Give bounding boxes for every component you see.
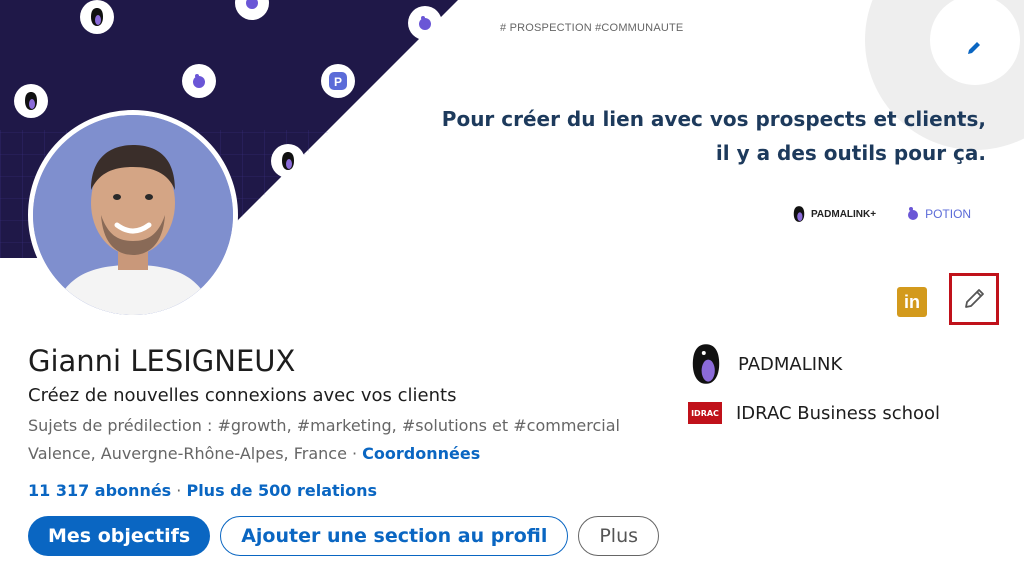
potion-bubble-icon [408,6,442,40]
svg-text:P: P [334,75,342,89]
penguin-logo-icon [692,344,720,384]
org-idrac-label: IDRAC Business school [736,402,941,424]
network-separator: · [171,481,187,500]
banner-tagline: Pour créer du lien avec vos prospects et… [442,102,986,170]
pencil-icon [968,42,980,54]
potion-bubble-icon [182,64,216,98]
brand-potion: POTION [906,207,971,221]
tagline-line-2: il y a des outils pour ça. [715,141,986,165]
penguin-logo-icon [793,206,805,222]
profile-name: Gianni LESIGNEUX [28,344,296,378]
profile-location: Valence, Auvergne-Rhône-Alpes, France · … [28,444,480,463]
brand-padmalink-label: PADMALINK+ [811,208,877,220]
connections-link[interactable]: Plus de 500 relations [186,481,377,500]
linkedin-icon[interactable]: in [897,287,927,317]
profile-network: 11 317 abonnés · Plus de 500 relations [28,481,377,500]
edit-banner-button[interactable] [960,34,988,62]
brand-padmalink: PADMALINK+ [792,205,876,223]
pencil-icon [965,289,984,308]
org-padmalink[interactable]: PADMALINK [688,342,988,386]
add-profile-section-button[interactable]: Ajouter une section au profil [220,516,569,556]
penguin-bubble-icon [14,84,48,118]
banner-brands: PADMALINK+ POTION [792,205,971,223]
penguin-bubble-icon [80,0,114,34]
contact-info-link[interactable]: Coordonnées [362,444,480,463]
brand-potion-label: POTION [925,207,972,221]
penguin-bubble-icon [271,144,305,178]
idrac-logo-icon: IDRAC [688,402,722,424]
edit-intro-button[interactable] [949,273,999,325]
profile-actions: Mes objectifs Ajouter une section au pro… [28,516,660,556]
org-idrac[interactable]: IDRAC IDRAC Business school [688,402,988,424]
more-button[interactable]: Plus [578,516,660,556]
profile-headline: Créez de nouvelles connexions avec vos c… [28,385,457,406]
potion-logo-icon [908,207,919,220]
profile-photo[interactable] [28,110,238,320]
tagline-line-1: Pour créer du lien avec vos prospects et… [441,107,986,131]
p-logo-bubble-icon: P [321,64,355,98]
banner-tags: # PROSPECTION #COMMUNAUTE [500,22,684,34]
org-padmalink-label: PADMALINK [738,353,843,375]
location-text: Valence, Auvergne-Rhône-Alpes, France · [28,444,363,463]
followers-link[interactable]: 11 317 abonnés [28,481,171,500]
avatar-portrait [33,115,233,315]
profile-topics: Sujets de prédilection : #growth, #marke… [28,416,620,435]
open-to-button[interactable]: Mes objectifs [28,516,211,556]
